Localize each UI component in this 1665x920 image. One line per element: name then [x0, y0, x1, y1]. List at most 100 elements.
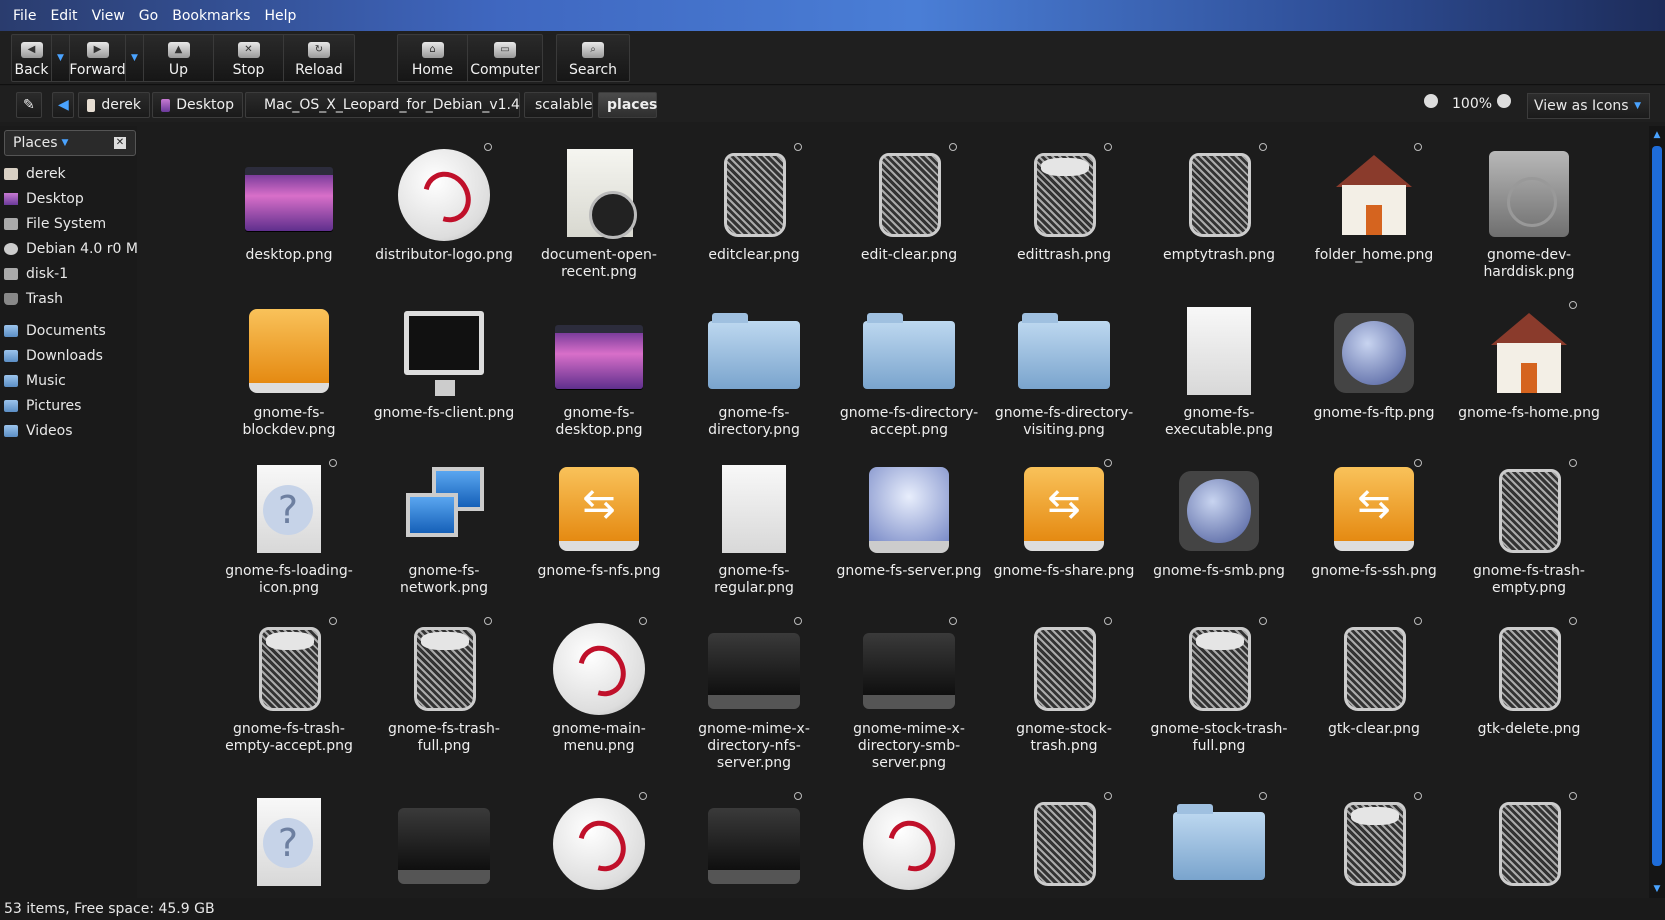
- file-item[interactable]: gnome-fs-directory.png: [681, 307, 827, 439]
- file-item[interactable]: gnome-fs-trash-full.png: [371, 617, 517, 755]
- location-toggle-button[interactable]: ✎: [16, 92, 42, 118]
- file-item[interactable]: gnome-fs-home.png: [1456, 301, 1602, 422]
- edit-location-icon: ✎: [23, 97, 35, 113]
- sidebar-item-music[interactable]: Music: [4, 370, 137, 392]
- smb-server-icon: [863, 623, 955, 715]
- path-button-mac-os-x-leopard[interactable]: Mac_OS_X_Leopard_for_Debian_v1.4: [245, 92, 520, 118]
- sidebar-item-disk-1[interactable]: disk-1: [4, 263, 137, 285]
- zoom-out-icon[interactable]: [1424, 94, 1438, 108]
- file-item[interactable]: gnome-fs-blockdev.png: [216, 307, 362, 439]
- sidebar-item-file-system[interactable]: File System: [4, 213, 137, 235]
- file-item[interactable]: emptytrash.png: [1146, 143, 1292, 264]
- file-item[interactable]: [371, 798, 517, 890]
- sidebar-mode-select[interactable]: Places ▼ ✕: [4, 130, 136, 156]
- sidebar-item-pictures[interactable]: Pictures: [4, 395, 137, 417]
- sidebar-item-downloads[interactable]: Downloads: [4, 345, 137, 367]
- file-label: gnome-fs-directory-visiting.png: [994, 405, 1134, 438]
- path-button-places[interactable]: places: [598, 92, 657, 118]
- stop-button[interactable]: ✕ Stop: [214, 35, 284, 81]
- file-item[interactable]: folder_home.png: [1301, 143, 1447, 264]
- path-button-desktop[interactable]: Desktop: [152, 92, 243, 118]
- menu-view[interactable]: View: [85, 8, 132, 24]
- computer-button[interactable]: ▭ Computer: [468, 35, 542, 81]
- file-item[interactable]: gnome-fs-trash-empty-accept.png: [216, 617, 362, 755]
- file-item[interactable]: [1301, 792, 1447, 890]
- home-button[interactable]: ⌂ Home: [398, 35, 468, 81]
- file-item[interactable]: gnome-mime-x-directory-smb-server.png: [836, 617, 982, 772]
- file-item[interactable]: [1456, 792, 1602, 890]
- zoom-level[interactable]: 100%: [1452, 96, 1492, 112]
- path-button-scalable[interactable]: scalable: [524, 92, 593, 118]
- path-button-derek[interactable]: derek: [78, 92, 150, 118]
- folder-icon: [4, 425, 18, 437]
- file-item[interactable]: document-open-recent.png: [526, 149, 672, 281]
- scroll-down-icon[interactable]: ▼: [1649, 882, 1665, 896]
- sidebar-item-documents[interactable]: Documents: [4, 320, 137, 342]
- sidebar-item-debian-cd[interactable]: Debian 4.0 r0 M-A: [4, 238, 137, 260]
- file-item[interactable]: gnome-fs-client.png: [371, 307, 517, 422]
- menu-go[interactable]: Go: [132, 8, 165, 24]
- close-sidebar-icon[interactable]: ✕: [114, 137, 126, 149]
- up-button[interactable]: ▲ Up: [144, 35, 214, 81]
- file-item[interactable]: gnome-fs-server.png: [836, 465, 982, 580]
- file-item[interactable]: gnome-fs-regular.png: [681, 465, 827, 597]
- nfs-drive-icon: [553, 465, 645, 557]
- file-item[interactable]: gnome-main-menu.png: [526, 617, 672, 755]
- file-label: gtk-delete.png: [1477, 721, 1581, 737]
- sidebar-item-trash[interactable]: Trash: [4, 288, 137, 310]
- file-item[interactable]: gnome-dev-harddisk.png: [1456, 149, 1602, 281]
- file-item[interactable]: [991, 792, 1137, 890]
- file-item[interactable]: gnome-fs-executable.png: [1146, 307, 1292, 439]
- menu-edit[interactable]: Edit: [43, 8, 84, 24]
- file-item[interactable]: ? gnome-fs-loading-icon.png: [216, 459, 362, 597]
- file-item[interactable]: edit-clear.png: [836, 143, 982, 264]
- file-item[interactable]: ?: [216, 798, 362, 890]
- file-label: gnome-fs-server.png: [836, 563, 982, 579]
- file-item[interactable]: editclear.png: [681, 143, 827, 264]
- file-item[interactable]: [1146, 792, 1292, 890]
- file-item[interactable]: gtk-clear.png: [1301, 617, 1447, 738]
- sidebar-item-desktop[interactable]: Desktop: [4, 188, 137, 210]
- file-item[interactable]: gnome-fs-ftp.png: [1301, 307, 1447, 422]
- path-scroll-left-button[interactable]: ◀: [52, 92, 74, 118]
- zoom-in-icon[interactable]: [1497, 94, 1511, 108]
- file-item[interactable]: gnome-fs-trash-empty.png: [1456, 459, 1602, 597]
- file-item[interactable]: gnome-fs-desktop.png: [526, 307, 672, 439]
- file-item[interactable]: [836, 798, 982, 890]
- file-item[interactable]: gnome-stock-trash.png: [991, 617, 1137, 755]
- sidebar-item-videos[interactable]: Videos: [4, 420, 137, 442]
- forward-button[interactable]: ▶ Forward: [69, 35, 126, 81]
- reload-button[interactable]: ↻ Reload: [284, 35, 354, 81]
- file-item[interactable]: gnome-mime-x-directory-nfs-server.png: [681, 617, 827, 772]
- forward-history-dropdown[interactable]: ▼: [126, 35, 144, 81]
- file-item[interactable]: gnome-fs-directory-visiting.png: [991, 307, 1137, 439]
- reload-label: Reload: [295, 62, 343, 78]
- cdrom-icon: [4, 243, 18, 255]
- view-mode-select[interactable]: View as Icons ▼: [1527, 93, 1650, 119]
- file-item[interactable]: gnome-fs-ssh.png: [1301, 459, 1447, 580]
- file-item[interactable]: [526, 792, 672, 890]
- file-item[interactable]: edittrash.png: [991, 143, 1137, 264]
- file-item[interactable]: distributor-logo.png: [371, 143, 517, 264]
- file-item[interactable]: gtk-delete.png: [1456, 617, 1602, 738]
- file-label: document-open-recent.png: [541, 247, 657, 280]
- scrollbar-thumb[interactable]: [1652, 146, 1662, 866]
- menu-help[interactable]: Help: [257, 8, 303, 24]
- file-item[interactable]: gnome-fs-network.png: [371, 465, 517, 597]
- back-button[interactable]: ◀ Back: [12, 35, 52, 81]
- file-item[interactable]: desktop.png: [216, 149, 362, 264]
- back-history-dropdown[interactable]: ▼: [52, 35, 70, 81]
- file-item[interactable]: gnome-fs-nfs.png: [526, 465, 672, 580]
- scroll-up-icon[interactable]: ▲: [1649, 128, 1665, 142]
- icon-view[interactable]: desktop.png distributor-logo.png documen…: [137, 126, 1649, 898]
- menu-file[interactable]: File: [6, 8, 43, 24]
- file-item[interactable]: gnome-stock-trash-full.png: [1146, 617, 1292, 755]
- file-item[interactable]: gnome-fs-directory-accept.png: [836, 307, 982, 439]
- file-item[interactable]: gnome-fs-smb.png: [1146, 465, 1292, 580]
- file-item[interactable]: gnome-fs-share.png: [991, 459, 1137, 580]
- menu-bookmarks[interactable]: Bookmarks: [165, 8, 257, 24]
- search-button[interactable]: ⌕ Search: [557, 35, 629, 81]
- vertical-scrollbar[interactable]: ▲ ▼: [1649, 126, 1665, 898]
- file-item[interactable]: [681, 792, 827, 890]
- sidebar-item-derek[interactable]: derek: [4, 163, 137, 185]
